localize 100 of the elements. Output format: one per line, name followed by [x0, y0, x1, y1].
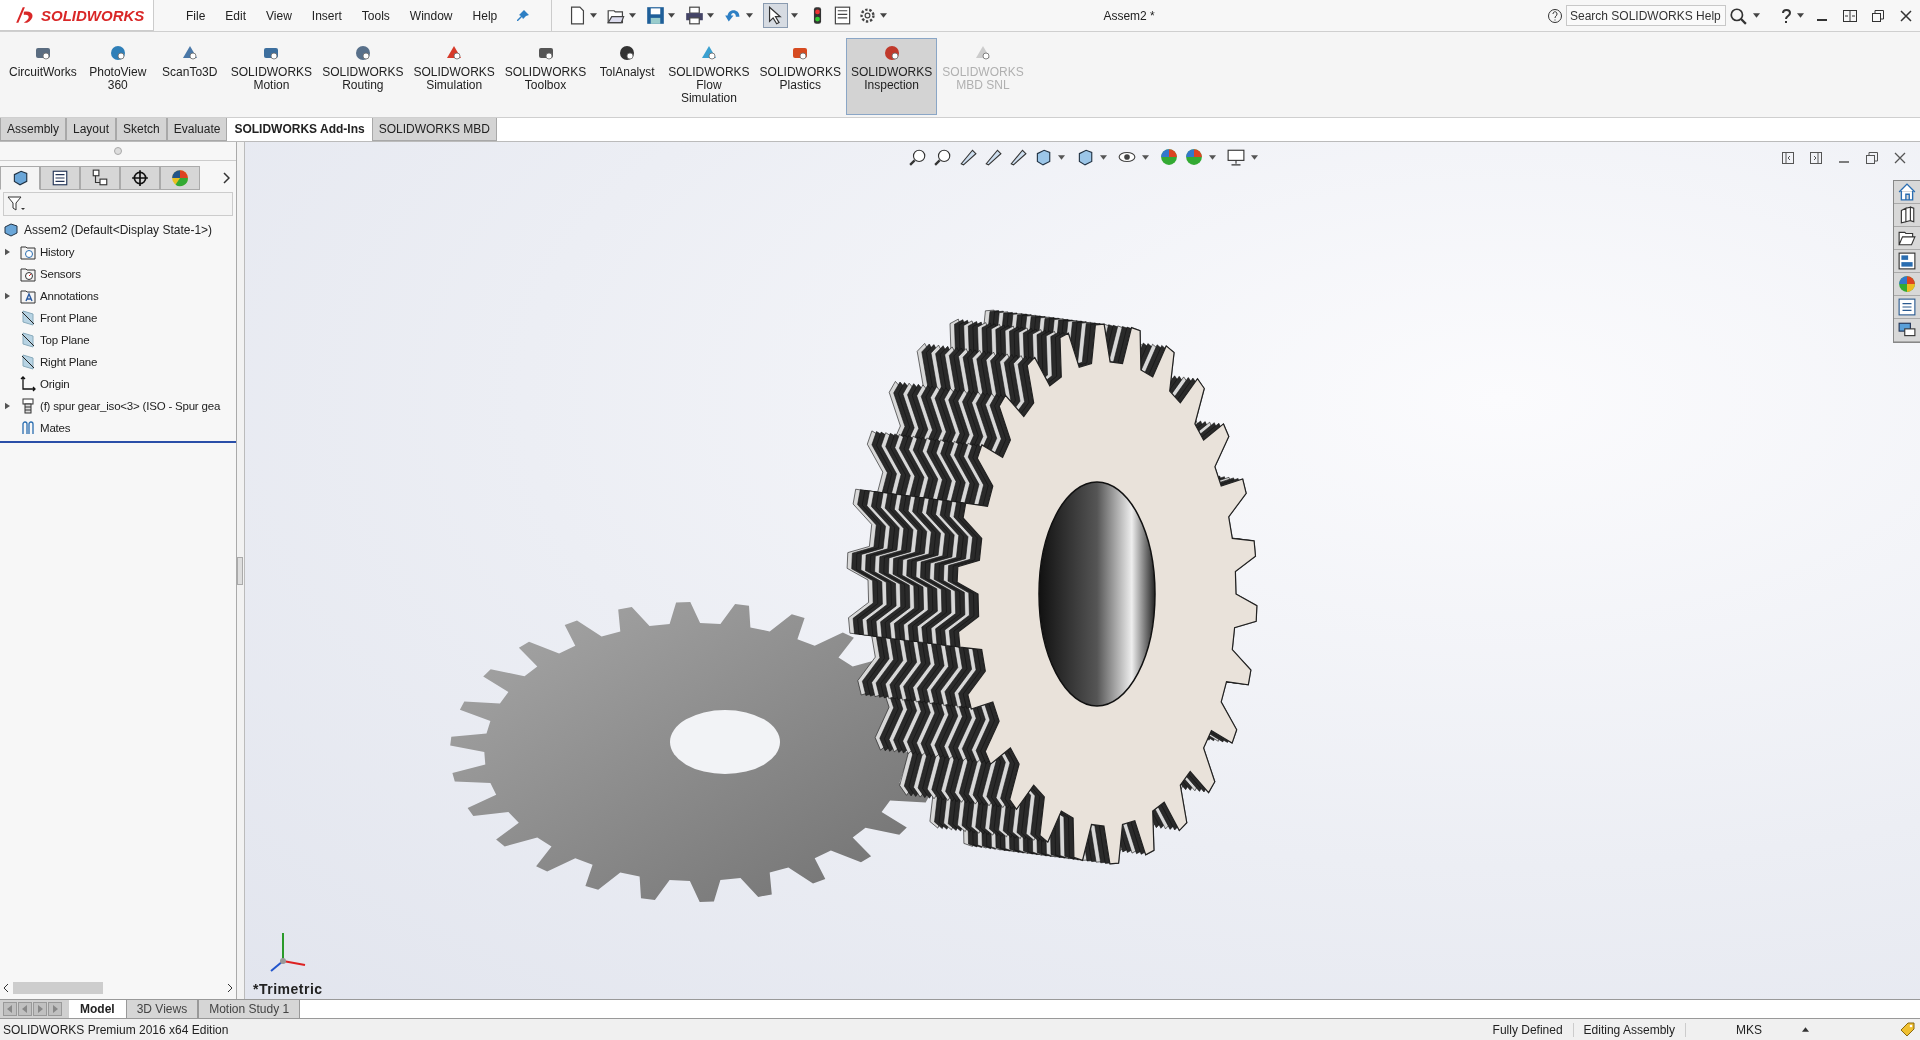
panel-collapse-handle[interactable]	[237, 556, 243, 585]
ribbon-button[interactable]: SOLIDWORKS Plastics	[754, 38, 846, 115]
layout-icon[interactable]	[1894, 250, 1920, 273]
tab[interactable]: Assembly	[0, 118, 66, 141]
expand-arrow-icon[interactable]	[5, 248, 10, 256]
caret-icon[interactable]	[1753, 13, 1760, 18]
menu-item[interactable]: Tools	[351, 8, 400, 23]
tree-item[interactable]: Sensors	[40, 268, 81, 280]
close-icon[interactable]	[1892, 150, 1908, 166]
caret-icon[interactable]	[707, 13, 715, 18]
view-orientation-label: *Trimetric	[253, 981, 323, 997]
tree-item[interactable]: Origin	[40, 378, 70, 390]
tree-item[interactable]: History	[40, 246, 75, 258]
ribbon-button[interactable]: SOLIDWORKS Inspection	[845, 38, 938, 115]
caret-up-icon[interactable]	[1802, 1027, 1809, 1032]
books-icon[interactable]	[1894, 204, 1920, 227]
caret-icon[interactable]	[1251, 154, 1258, 160]
tab[interactable]: Sketch	[116, 118, 167, 141]
tab[interactable]: 3D Views	[125, 1000, 199, 1018]
color-ball-icon[interactable]	[171, 169, 189, 187]
caret-icon[interactable]	[880, 13, 888, 18]
menu-item[interactable]: Edit	[215, 8, 257, 23]
caret-icon[interactable]	[1058, 154, 1065, 160]
panel-left-icon[interactable]	[1780, 150, 1796, 166]
ribbon-button[interactable]: SOLIDWORKS Flow Simulation	[663, 38, 755, 115]
status-field: Fully Defined	[1482, 1022, 1574, 1037]
panel-tab[interactable]	[40, 166, 80, 190]
filter-field[interactable]	[3, 192, 233, 216]
tile-icon[interactable]	[1842, 7, 1858, 24]
menu-item[interactable]: Help	[462, 8, 508, 23]
caret-icon[interactable]	[746, 13, 754, 18]
tab[interactable]: SOLIDWORKS MBD	[371, 118, 497, 141]
plane-icon	[20, 354, 36, 370]
ribbon-button[interactable]: SOLIDWORKS Toolbox	[499, 38, 592, 115]
tree-item[interactable]: Front Plane	[40, 312, 98, 324]
pencil-icon[interactable]	[959, 148, 977, 166]
property-list-icon[interactable]	[51, 169, 69, 187]
panel-tab[interactable]	[80, 166, 120, 190]
caret-icon[interactable]	[629, 13, 637, 18]
caret-icon[interactable]	[590, 13, 598, 18]
paperclip-icon	[20, 420, 36, 436]
ribbon-button[interactable]: CircuitWorks	[4, 38, 82, 115]
crosshair-icon[interactable]	[131, 169, 149, 187]
pin-icon[interactable]	[515, 7, 532, 24]
tag-icon[interactable]	[1899, 1021, 1915, 1038]
chevron-left-icon[interactable]	[3, 983, 9, 993]
close-icon[interactable]	[1898, 7, 1914, 24]
tree-item[interactable]: Annotations	[40, 290, 99, 302]
restore-icon[interactable]	[1864, 150, 1880, 166]
home-icon[interactable]	[1894, 181, 1920, 204]
graphics-area[interactable]: *Trimetric	[245, 142, 1920, 999]
restore-icon[interactable]	[1870, 7, 1886, 24]
ribbon-button[interactable]: SOLIDWORKS Routing	[317, 38, 409, 115]
caret-icon[interactable]	[1142, 154, 1149, 160]
search-icon[interactable]	[1729, 6, 1747, 25]
select-button[interactable]	[763, 3, 789, 28]
splitter-handle[interactable]	[114, 147, 122, 155]
ribbon-button[interactable]: TolAnalyst	[591, 38, 664, 115]
search-field[interactable]: Search SOLIDWORKS Help	[1566, 5, 1726, 26]
magnifier-icon[interactable]	[909, 148, 927, 166]
panel-tab[interactable]	[120, 166, 160, 190]
caret-icon[interactable]	[1797, 13, 1804, 18]
menu-item[interactable]: View	[256, 8, 302, 23]
list-icon[interactable]	[1894, 296, 1920, 319]
expand-arrow-icon[interactable]	[5, 402, 10, 410]
tab[interactable]: Layout	[66, 118, 117, 141]
panel-tab[interactable]	[0, 166, 40, 190]
caret-icon[interactable]	[791, 13, 799, 18]
ribbon-button[interactable]: ScanTo3D	[153, 38, 226, 115]
menu-item[interactable]: File	[176, 8, 216, 23]
tree-item[interactable]: Assem2 (Default<Display State-1>)	[24, 223, 213, 237]
scene-ball-icon[interactable]	[1185, 148, 1203, 166]
menu-item[interactable]: Insert	[301, 8, 352, 23]
printer-icon[interactable]	[685, 6, 705, 25]
color-ball-icon[interactable]	[1160, 148, 1178, 166]
tree-item[interactable]: Top Plane	[40, 334, 90, 346]
tree-item[interactable]: Mates	[40, 422, 71, 434]
chevron-right-icon[interactable]	[222, 172, 230, 184]
tab[interactable]: Evaluate	[166, 118, 228, 141]
settings-icon[interactable]	[858, 6, 878, 25]
assembly-icon[interactable]	[11, 169, 29, 187]
list-icon[interactable]	[833, 6, 853, 25]
tree-item[interactable]: (f) spur gear_iso<3> (ISO - Spur gea	[40, 400, 221, 412]
caret-icon[interactable]	[1100, 154, 1107, 160]
ribbon-button[interactable]: SOLIDWORKS Motion	[225, 38, 318, 115]
chevron-right-icon[interactable]	[227, 983, 233, 993]
caret-icon[interactable]	[668, 13, 676, 18]
monitor-icon[interactable]	[1227, 148, 1245, 166]
panel-right-icon[interactable]	[1808, 150, 1824, 166]
tree-item[interactable]: Right Plane	[40, 356, 98, 368]
zoom-box-icon[interactable]	[934, 148, 952, 166]
help-circle-icon[interactable]	[1547, 7, 1563, 24]
tab[interactable]: Motion Study 1	[198, 1000, 301, 1018]
funnel-icon[interactable]	[7, 196, 25, 212]
caret-icon[interactable]	[1209, 154, 1216, 160]
expand-arrow-icon[interactable]	[5, 292, 10, 300]
tree-icon[interactable]	[91, 169, 109, 187]
menu-item[interactable]: Window	[399, 8, 463, 23]
ribbon-button[interactable]: PhotoView 360	[81, 38, 154, 115]
ribbon-button[interactable]: SOLIDWORKS Simulation	[408, 38, 500, 115]
